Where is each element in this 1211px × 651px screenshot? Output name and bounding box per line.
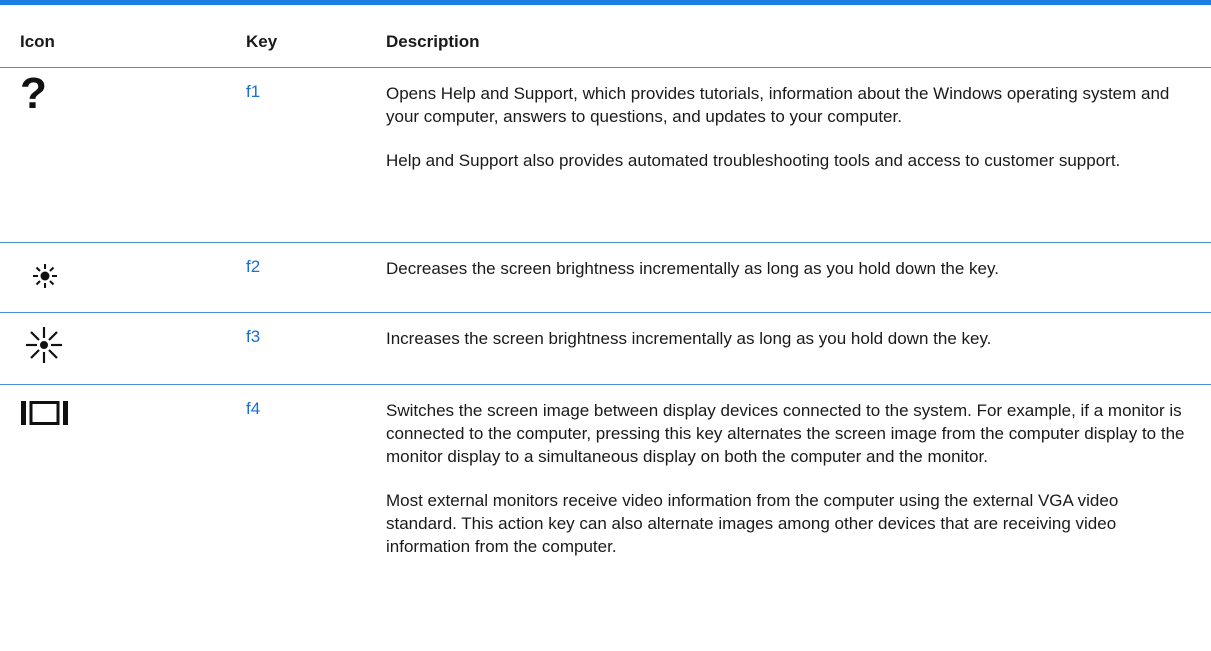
description-paragraph: Increases the screen brightness incremen…: [386, 329, 992, 348]
brightness-up-icon: [26, 327, 62, 363]
header-icon: Icon: [20, 32, 55, 51]
description-paragraph: Switches the screen image between displa…: [386, 401, 1185, 466]
description-paragraph: Decreases the screen brightness incremen…: [386, 259, 999, 278]
description-f1: Opens Help and Support, which provides t…: [386, 82, 1186, 172]
table-row-f4: f4 Switches the screen image between dis…: [0, 385, 1211, 651]
switch-display-icon: [21, 401, 68, 425]
question-mark-icon: ?: [20, 69, 47, 118]
description-f3: Increases the screen brightness incremen…: [386, 327, 1186, 350]
action-keys-table: Icon Key Description ? f1 Opens Help and…: [0, 0, 1211, 651]
table-row-f2: f2 Decreases the screen brightness incre…: [0, 243, 1211, 313]
key-f1: f1: [246, 82, 261, 101]
table-row-f1: ? f1 Opens Help and Support, which provi…: [0, 68, 1211, 243]
brightness-down-icon: [33, 264, 57, 288]
table-header-row: Icon Key Description: [0, 5, 1211, 68]
description-paragraph: Most external monitors receive video inf…: [386, 491, 1119, 556]
key-f2: f2: [246, 257, 261, 276]
header-description: Description: [386, 32, 480, 51]
table-row-f3: f3 Increases the screen brightness incre…: [0, 313, 1211, 385]
description-f2: Decreases the screen brightness incremen…: [386, 257, 1186, 280]
header-key: Key: [246, 32, 278, 51]
key-f4: f4: [246, 399, 261, 418]
description-paragraph: Opens Help and Support, which provides t…: [386, 84, 1170, 126]
description-f4: Switches the screen image between displa…: [386, 399, 1186, 558]
description-paragraph: Help and Support also provides automated…: [386, 151, 1121, 170]
key-f3: f3: [246, 327, 261, 346]
